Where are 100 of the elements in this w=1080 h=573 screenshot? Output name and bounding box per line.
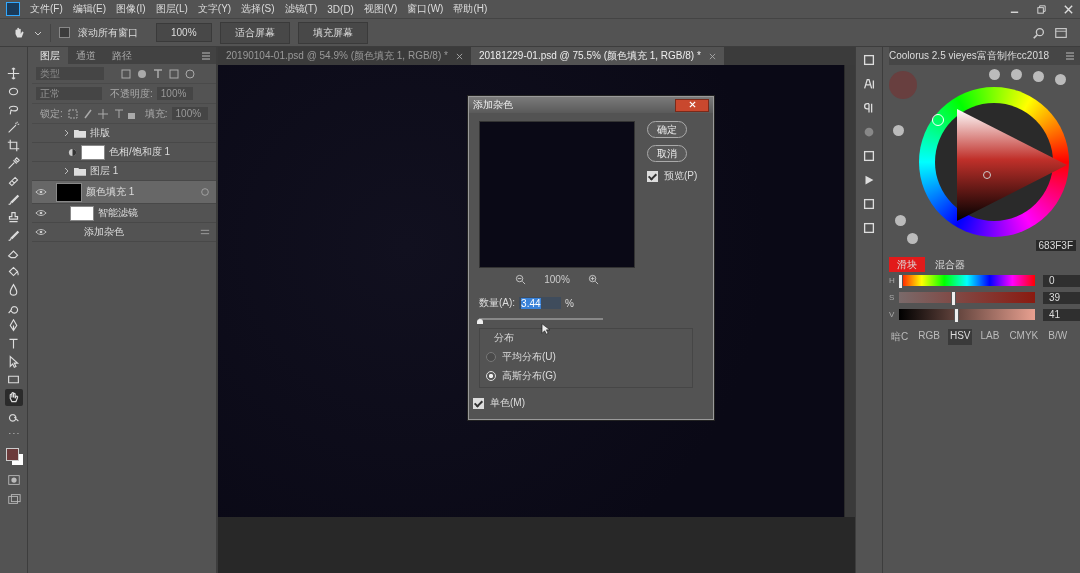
app-logo-icon xyxy=(6,2,20,16)
close-icon[interactable] xyxy=(708,52,716,60)
dialog-title: 添加杂色 xyxy=(473,98,513,112)
adjustment-icon xyxy=(68,147,77,157)
option-button[interactable]: 适合屏幕 xyxy=(219,21,290,44)
eye-icon[interactable] xyxy=(35,209,47,217)
layer-row[interactable]: 添加杂色 xyxy=(32,223,216,242)
eye-icon[interactable] xyxy=(35,228,47,236)
layer-name: 图层 1 xyxy=(90,164,120,178)
panel-tab[interactable]: 滑块 xyxy=(889,257,925,272)
zoom-in-icon[interactable] xyxy=(587,273,599,285)
slider-value[interactable]: 41 xyxy=(1042,308,1080,321)
slider-thumb[interactable] xyxy=(953,308,959,323)
menu-item[interactable]: 编辑(E) xyxy=(72,2,107,16)
eye-icon[interactable] xyxy=(35,188,47,196)
panel-title: Coolorus 2.5 vieyes富音制作cc2018 xyxy=(889,49,1050,63)
panel-icon[interactable] xyxy=(862,53,876,67)
color-mode-tab[interactable]: CMYK xyxy=(1007,329,1041,345)
cancel-button[interactable]: 取消 xyxy=(647,145,687,162)
blend-mode-dropdown[interactable]: 正常 xyxy=(36,87,102,100)
menu-item[interactable]: 滤镜(T) xyxy=(284,2,318,16)
slider-value[interactable]: 0 xyxy=(1042,274,1080,287)
layer-name: 色相/饱和度 1 xyxy=(109,145,172,159)
color-mode-tab[interactable]: B/W xyxy=(1046,329,1070,345)
menu-item[interactable]: 帮助(H) xyxy=(453,2,488,16)
zoom-out-icon[interactable] xyxy=(515,273,527,285)
search-icon[interactable] xyxy=(1032,25,1046,40)
menu-item[interactable]: 文字(Y) xyxy=(197,2,232,16)
slider-value[interactable]: 39 xyxy=(1042,291,1080,304)
color-mode-tab[interactable]: 暗C xyxy=(889,329,911,345)
menu-item[interactable]: 3D(D) xyxy=(327,3,354,15)
panel-tab[interactable]: 通道 xyxy=(68,47,104,64)
preset-swatch[interactable] xyxy=(907,233,918,244)
color-swatches-drawing[interactable] xyxy=(3,446,24,468)
scrollbar[interactable] xyxy=(844,65,855,517)
hex-value[interactable]: 683F3F xyxy=(1035,240,1076,251)
close-button[interactable] xyxy=(675,98,709,112)
panel-icon[interactable] xyxy=(862,197,876,211)
checkbox[interactable] xyxy=(59,27,70,38)
layer-row[interactable]: 排版 xyxy=(32,124,216,143)
lock-label: 锁定: xyxy=(40,106,63,121)
mask-thumbnail xyxy=(81,144,105,160)
opacity-label: 不透明度: xyxy=(110,86,153,101)
option-button[interactable]: 100% xyxy=(156,23,212,42)
opacity-field[interactable]: 100% xyxy=(156,87,193,100)
checkbox-label: 单色(M) xyxy=(490,396,525,410)
panel-tab[interactable]: 图层 xyxy=(32,47,68,64)
preset-swatch[interactable] xyxy=(895,215,906,226)
preset-swatch[interactable] xyxy=(1055,74,1066,85)
unit-label: % xyxy=(565,297,574,309)
layer-row[interactable]: 色相/饱和度 1 xyxy=(32,143,216,162)
bucket-icon xyxy=(7,265,20,278)
layer-thumbnail xyxy=(56,182,82,202)
slider-thumb[interactable] xyxy=(477,319,484,324)
radio-label: 高斯分布(G) xyxy=(502,369,557,383)
menu-item[interactable]: 窗口(W) xyxy=(407,2,444,16)
panel-tab[interactable]: 混合器 xyxy=(927,257,973,272)
restore-icon[interactable] xyxy=(1036,3,1047,15)
slider-thumb[interactable] xyxy=(897,274,903,289)
panel-menu-icon[interactable] xyxy=(1065,52,1075,60)
screen-mode-icon[interactable] xyxy=(6,492,21,506)
menu-item[interactable]: 选择(S) xyxy=(241,2,275,16)
slider-thumb[interactable] xyxy=(950,291,956,306)
panel-icon[interactable] xyxy=(862,221,876,235)
panel-icon[interactable] xyxy=(862,77,876,91)
preset-swatch[interactable] xyxy=(989,69,1000,80)
workspace-icon[interactable] xyxy=(1054,25,1068,40)
menu-item[interactable]: 图像(I) xyxy=(116,2,146,16)
color-mode-tab[interactable]: HSV xyxy=(947,329,973,345)
cursor-icon xyxy=(541,323,550,335)
panel-icon[interactable] xyxy=(862,149,876,163)
color-mode-tab[interactable]: RGB xyxy=(916,329,942,345)
layer-row[interactable]: 智能滤镜 xyxy=(32,204,216,223)
radio-button[interactable] xyxy=(486,352,496,362)
close-icon[interactable] xyxy=(455,52,463,60)
menu-item[interactable]: 文件(F) xyxy=(30,2,63,16)
group-title: 分布 xyxy=(494,331,515,345)
amount-field[interactable]: 3.44 xyxy=(519,297,562,309)
rectangle-icon xyxy=(7,373,20,386)
smart-object-icon xyxy=(200,187,210,197)
layer-row[interactable]: 颜色填充 1 xyxy=(32,181,216,204)
tool-button[interactable] xyxy=(4,389,23,406)
panel-tab[interactable]: 路径 xyxy=(104,47,140,64)
quick-mask-icon[interactable] xyxy=(6,473,21,487)
document-tab[interactable]: 20190104-01.psd @ 54.9% (颜色填充 1, RGB/8) * xyxy=(218,47,471,65)
preset-swatch[interactable] xyxy=(1011,69,1022,80)
panel-menu-icon[interactable] xyxy=(201,51,211,60)
menu-item[interactable]: 视图(V) xyxy=(363,2,398,16)
drop-icon xyxy=(7,283,20,296)
pen-icon xyxy=(7,319,20,332)
menu-item[interactable]: 图层(L) xyxy=(155,2,188,16)
preset-swatch[interactable] xyxy=(893,125,904,136)
preset-swatch[interactable] xyxy=(1033,71,1044,82)
color-mode-tab[interactable]: LAB xyxy=(978,329,1002,345)
fill-field[interactable]: 100% xyxy=(171,107,208,120)
option-button[interactable]: 填充屏幕 xyxy=(297,21,368,44)
ok-button[interactable]: 确定 xyxy=(647,121,687,138)
document-tab[interactable]: 20181229-01.psd @ 75.5% (颜色填充 1, RGB/8) * xyxy=(470,47,724,65)
lock-icons-drawing[interactable] xyxy=(66,107,137,120)
radio-label: 平均分布(U) xyxy=(502,350,556,364)
